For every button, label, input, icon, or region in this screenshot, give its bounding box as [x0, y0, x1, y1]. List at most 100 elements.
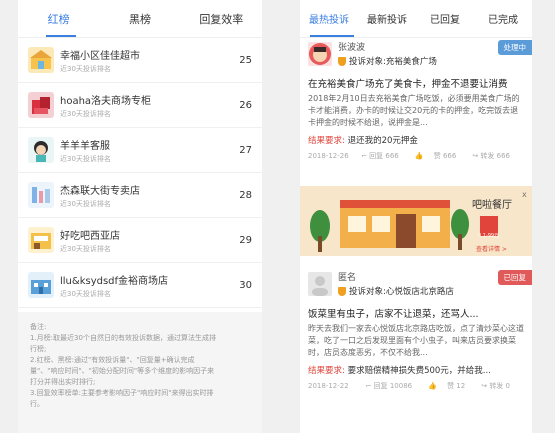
- card-meta: 2018-12-22 ⌐ 回复 10086 👍 赞 12 ↪ 转发 0: [308, 381, 526, 391]
- list-item[interactable]: 杰森联大街专卖店 近30天投诉排名 28: [18, 173, 262, 218]
- store-name: 杰森联大街专卖店: [60, 185, 140, 197]
- store-logo-icon: [28, 182, 54, 208]
- card-meta: 2018-12-26 ⌐ 回复 666 👍 赞 666 ↪ 转发 666: [308, 151, 526, 161]
- store-subtitle: 近30天投诉排名: [60, 199, 111, 208]
- list-item[interactable]: 羊羊羊客服 近30天投诉排名 27: [18, 128, 262, 173]
- store-logo-icon: [28, 92, 54, 118]
- ad-title: 吧啦餐厅: [472, 200, 512, 211]
- result-demand: 结果要求: 要求赔偿精神损失费500元，并给我...: [308, 364, 526, 376]
- notes-line: 打分并得出实时排行;: [30, 378, 96, 386]
- ranking-notes: 备注: 1.月榜:取最近30个自然日的有效投诉数据，通过算法生成排 行榜; 2.…: [18, 312, 262, 433]
- ad-close-icon[interactable]: x: [522, 190, 527, 199]
- target-prefix: 投诉对象:: [349, 57, 386, 67]
- complaint-title: 在充裕美食广场充了美食卡，押金不退要让消费: [308, 79, 508, 90]
- tab-black-list[interactable]: 黑榜: [99, 11, 180, 27]
- complaint-count: 30: [239, 279, 252, 291]
- store-name: 好吃吧西亚店: [60, 230, 120, 242]
- list-item[interactable]: llu&ksydsdf金裕商场店 近30天投诉排名 30: [18, 263, 262, 308]
- ranking-tabs: 红榜 黑榜 回复效率: [18, 0, 262, 38]
- reply-count: 回复 666: [369, 152, 399, 160]
- active-tab-indicator: [46, 35, 76, 37]
- complaint-card[interactable]: 匿名 投诉对象: 心悦饭店北京路店 已回复 饭菜里有虫子，店家不让退菜，还骂人.…: [300, 270, 532, 391]
- notes-line: 3.回复效率榜单:主要参考影响因子"响应时间"来得出实时排: [30, 389, 214, 397]
- reply-button[interactable]: ⌐ 回复 666: [361, 151, 407, 161]
- share-count: 转发 0: [489, 382, 510, 390]
- store-subtitle: 近30天投诉排名: [60, 64, 111, 73]
- ranking-list: 幸福小区佳佳超市 近30天投诉排名 25 hoaha洛夫商场专柜 近30天投诉排…: [18, 38, 262, 308]
- ad-price: 0.1-99元: [478, 233, 500, 239]
- complaint-count: 27: [239, 144, 252, 156]
- demand-label: 结果要求:: [308, 136, 345, 146]
- notes-line: 备注:: [30, 323, 47, 331]
- like-count: 赞 12: [447, 382, 466, 390]
- tab-red-list[interactable]: 红榜: [18, 11, 99, 27]
- like-button[interactable]: 👍 赞 12: [428, 381, 473, 391]
- ranking-screen: 红榜 黑榜 回复效率 幸福小区佳佳超市 近30天投诉排名 25 hoaha洛夫商…: [18, 0, 262, 433]
- target-name: 心悦饭店北京路店: [385, 287, 454, 297]
- list-item[interactable]: 好吃吧西亚店 近30天投诉排名 29: [18, 218, 262, 263]
- user-name: 张波波: [338, 43, 366, 53]
- like-button[interactable]: 👍 赞 666: [415, 151, 465, 161]
- complaint-body: 2018年2月10日去充裕美食广场吃饭，必须要用美食广场的卡才能消费，办卡的时候…: [308, 94, 520, 127]
- notes-line: 2.红榜、黑榜:通过"有效投诉量"、"回复量+确认完成: [30, 356, 195, 364]
- complaint-tabs: 最热投诉 最新投诉 已回复 已完成: [300, 0, 532, 38]
- ad-details-link[interactable]: 查看详情 >: [476, 244, 507, 253]
- active-tab-indicator: [310, 35, 354, 37]
- tab-replied[interactable]: 已回复: [416, 11, 474, 26]
- store-subtitle: 近30天投诉排名: [60, 109, 111, 118]
- target-name: 充裕美食广场: [385, 57, 437, 67]
- notes-line: 行榜;: [30, 345, 47, 353]
- store-name: 幸福小区佳佳超市: [60, 50, 140, 62]
- status-badge: 已回复: [497, 270, 532, 285]
- tab-hottest[interactable]: 最热投诉: [300, 11, 358, 26]
- complaint-body: 昨天去我们一家去心悦饭店北京路店吃饭，点了清炒菜心这道菜，吃了一口之后发现里面有…: [308, 324, 524, 357]
- ad-banner[interactable]: 吧啦餐厅 0.1-99元 查看详情 > x: [300, 186, 532, 256]
- list-item[interactable]: 幸福小区佳佳超市 近30天投诉排名 25: [18, 38, 262, 83]
- store-name: hoaha洛夫商场专柜: [60, 95, 152, 107]
- store-subtitle: 近30天投诉排名: [60, 244, 111, 253]
- demand-value: 要求赔偿精神损失费500元，并给我...: [347, 366, 491, 376]
- notes-line: 行。: [30, 400, 44, 408]
- tab-reply-efficiency[interactable]: 回复效率: [181, 11, 262, 27]
- card-date: 2018-12-26: [308, 152, 349, 160]
- complaint-count: 29: [239, 234, 252, 246]
- result-demand: 结果要求: 退还我的20元押金: [308, 134, 526, 146]
- complaint-card[interactable]: 张波波 投诉对象: 充裕美食广场 处理中 在充裕美食广场充了美食卡，押金不退要让…: [300, 40, 532, 161]
- store-logo-icon: [28, 227, 54, 253]
- store-subtitle: 近30天投诉排名: [60, 154, 111, 163]
- thumb-up-icon: 👍: [428, 382, 437, 390]
- store-logo-icon: [28, 137, 54, 163]
- reply-button[interactable]: ⌐ 回复 10086: [366, 381, 421, 391]
- tab-completed[interactable]: 已完成: [474, 11, 532, 26]
- target-prefix: 投诉对象:: [349, 287, 386, 297]
- avatar: [308, 272, 332, 296]
- complaint-count: 28: [239, 189, 252, 201]
- status-badge: 处理中: [497, 40, 532, 55]
- complaint-title: 饭菜里有虫子，店家不让退菜，还骂人...: [308, 309, 479, 320]
- share-count: 转发 666: [480, 152, 510, 160]
- store-name: 羊羊羊客服: [60, 140, 110, 152]
- share-button[interactable]: ↪ 转发 666: [472, 151, 518, 161]
- complaint-count: 25: [239, 54, 252, 66]
- complaints-screen: 最热投诉 最新投诉 已回复 已完成 张波波 投诉对象: 充裕美食广场 处理中 在…: [300, 0, 532, 433]
- reply-count: 回复 10086: [373, 382, 413, 390]
- thumb-up-icon: 👍: [414, 152, 424, 160]
- shield-icon: [338, 286, 346, 296]
- share-button[interactable]: ↪ 转发 0: [481, 381, 518, 391]
- store-logo-icon: [28, 272, 54, 298]
- list-item[interactable]: hoaha洛夫商场专柜 近30天投诉排名 26: [18, 83, 262, 128]
- user-name: 匿名: [338, 273, 357, 283]
- notes-line: 量"、"响应时间"、"初始分配时间"等多个维度的影响因子来: [30, 367, 215, 375]
- tab-newest[interactable]: 最新投诉: [358, 11, 416, 26]
- store-logo-icon: [28, 47, 54, 73]
- card-date: 2018-12-22: [308, 382, 349, 390]
- store-subtitle: 近30天投诉排名: [60, 289, 111, 298]
- demand-value: 退还我的20元押金: [347, 136, 418, 146]
- complaint-target[interactable]: 投诉对象: 充裕美食广场: [338, 55, 498, 67]
- complaint-target[interactable]: 投诉对象: 心悦饭店北京路店: [338, 285, 498, 297]
- store-name: llu&ksydsdf金裕商场店: [60, 275, 169, 287]
- demand-label: 结果要求:: [308, 366, 345, 376]
- complaint-count: 26: [239, 99, 252, 111]
- avatar: [308, 42, 332, 66]
- notes-line: 1.月榜:取最近30个自然日的有效投诉数据，通过算法生成排: [30, 334, 216, 342]
